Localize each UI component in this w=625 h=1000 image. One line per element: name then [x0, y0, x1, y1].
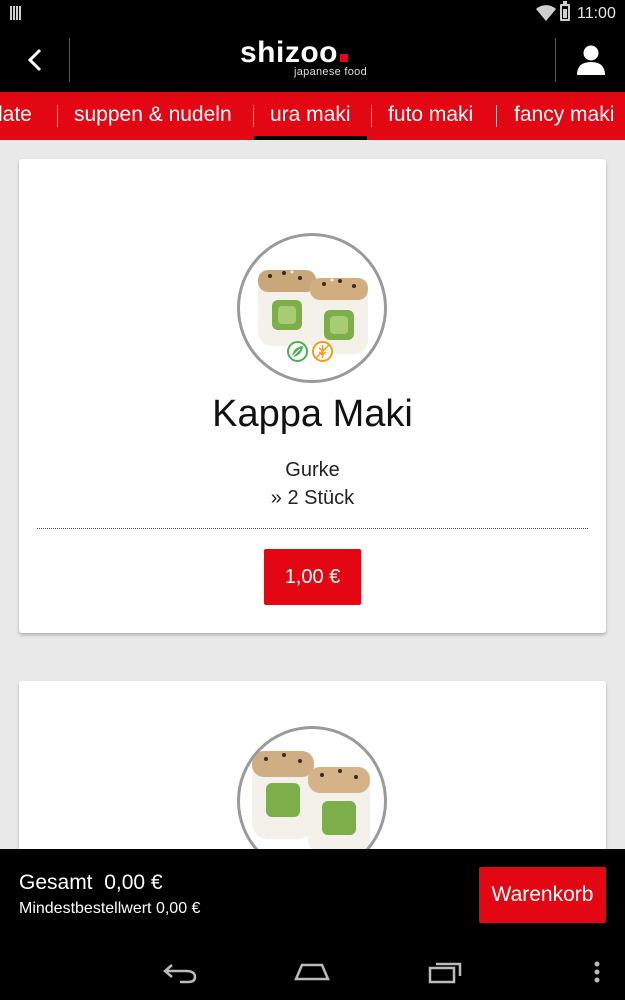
tab-suppen-nudeln[interactable]: suppen & nudeln: [74, 92, 232, 140]
product-ingredients: Gurke: [285, 459, 340, 481]
product-quantity: » 2 Stück: [270, 487, 355, 509]
minimum-order-value: Mindestbestellwert 0,00 €: [19, 900, 201, 917]
tab-divider: [57, 105, 58, 127]
product-description: Gurke » 2 Stück: [19, 456, 606, 512]
back-button[interactable]: [0, 28, 70, 92]
tab-divider: [496, 105, 497, 127]
category-tabs: late suppen & nudeln ura maki futo maki …: [0, 92, 625, 140]
product-title: Kappa Maki: [212, 393, 413, 435]
overflow-menu-icon[interactable]: [592, 959, 602, 985]
divider: [69, 38, 70, 82]
recent-apps-nav-icon[interactable]: [428, 959, 464, 985]
user-icon: [576, 45, 605, 75]
clock: 11:00: [577, 5, 616, 22]
tab-divider: [253, 105, 254, 127]
notification-icon: [10, 6, 24, 20]
logo-tagline: japanese food: [294, 66, 368, 78]
user-account-button[interactable]: [556, 28, 625, 92]
cart-button[interactable]: Warenkorb: [479, 867, 606, 923]
product-badges: [287, 341, 337, 365]
tab-fancy-maki[interactable]: fancy maki: [514, 92, 614, 140]
no-gluten-icon: [312, 341, 333, 362]
status-bar: 11:00: [0, 0, 625, 28]
product-list[interactable]: Kappa Maki Gurke » 2 Stück 1,00 €: [0, 140, 625, 849]
add-to-cart-price-button[interactable]: 1,00 €: [264, 549, 361, 605]
tab-salate[interactable]: late: [0, 92, 32, 140]
home-nav-icon[interactable]: [294, 959, 330, 985]
dotted-divider: [37, 528, 588, 529]
logo-dot: [340, 54, 348, 62]
tab-futo-maki[interactable]: futo maki: [388, 92, 473, 140]
app-header: shizoo japanese food: [0, 28, 625, 92]
battery-icon: [560, 1, 570, 21]
product-card[interactable]: [19, 681, 606, 849]
system-navigation-bar: [0, 949, 625, 1000]
sushi-image: [252, 751, 370, 849]
logo: shizoo japanese food: [240, 38, 390, 82]
back-nav-icon[interactable]: [162, 959, 198, 985]
chevron-left-icon: [27, 48, 42, 72]
tab-ura-maki[interactable]: ura maki: [254, 92, 366, 140]
logo-name: shizoo: [240, 36, 338, 69]
cart-summary-bar: Gesamt 0,00 € Mindestbestellwert 0,00 € …: [0, 849, 625, 949]
product-card[interactable]: Kappa Maki Gurke » 2 Stück 1,00 €: [19, 159, 606, 633]
cart-total: Gesamt 0,00 €: [19, 871, 163, 894]
vegetarian-icon: [287, 341, 308, 362]
wifi-icon: [536, 5, 556, 21]
product-image: [237, 726, 387, 849]
tab-divider: [371, 105, 372, 127]
